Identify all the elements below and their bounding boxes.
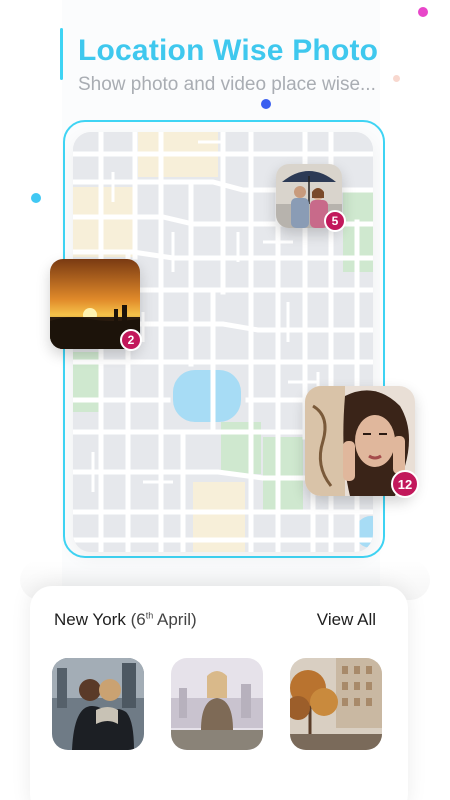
decorative-dot [31, 193, 41, 203]
page-subtitle: Show photo and video place wise... [78, 74, 376, 95]
location-label: New York (6th April) [54, 610, 197, 630]
thumbnail-autumn-street[interactable] [290, 658, 382, 750]
decorative-dot [418, 7, 428, 17]
page-title: Location Wise Photo [78, 34, 379, 67]
panel-header: New York (6th April) View All [54, 610, 384, 634]
photo-count-badge: 12 [391, 470, 419, 498]
location-panel: New York (6th April) View All [30, 586, 408, 800]
map-pin-woman[interactable]: 12 [305, 386, 419, 498]
view-all-link[interactable]: View All [317, 610, 376, 630]
decorative-dot [261, 99, 271, 109]
decorative-dot [393, 75, 400, 82]
thumbnail-row [52, 658, 392, 750]
thumbnail-woman-city-view[interactable] [171, 658, 263, 750]
map-pin-couple[interactable]: 5 [276, 164, 346, 232]
map-pin-sunset[interactable]: 2 [50, 259, 142, 351]
thumbnail-friends-city[interactable] [52, 658, 144, 750]
photo-count-badge: 2 [120, 329, 142, 351]
accent-bar [60, 28, 63, 80]
location-name: New York [54, 610, 126, 629]
photo-count-badge: 5 [324, 210, 346, 232]
location-date: (6th April) [130, 610, 197, 629]
